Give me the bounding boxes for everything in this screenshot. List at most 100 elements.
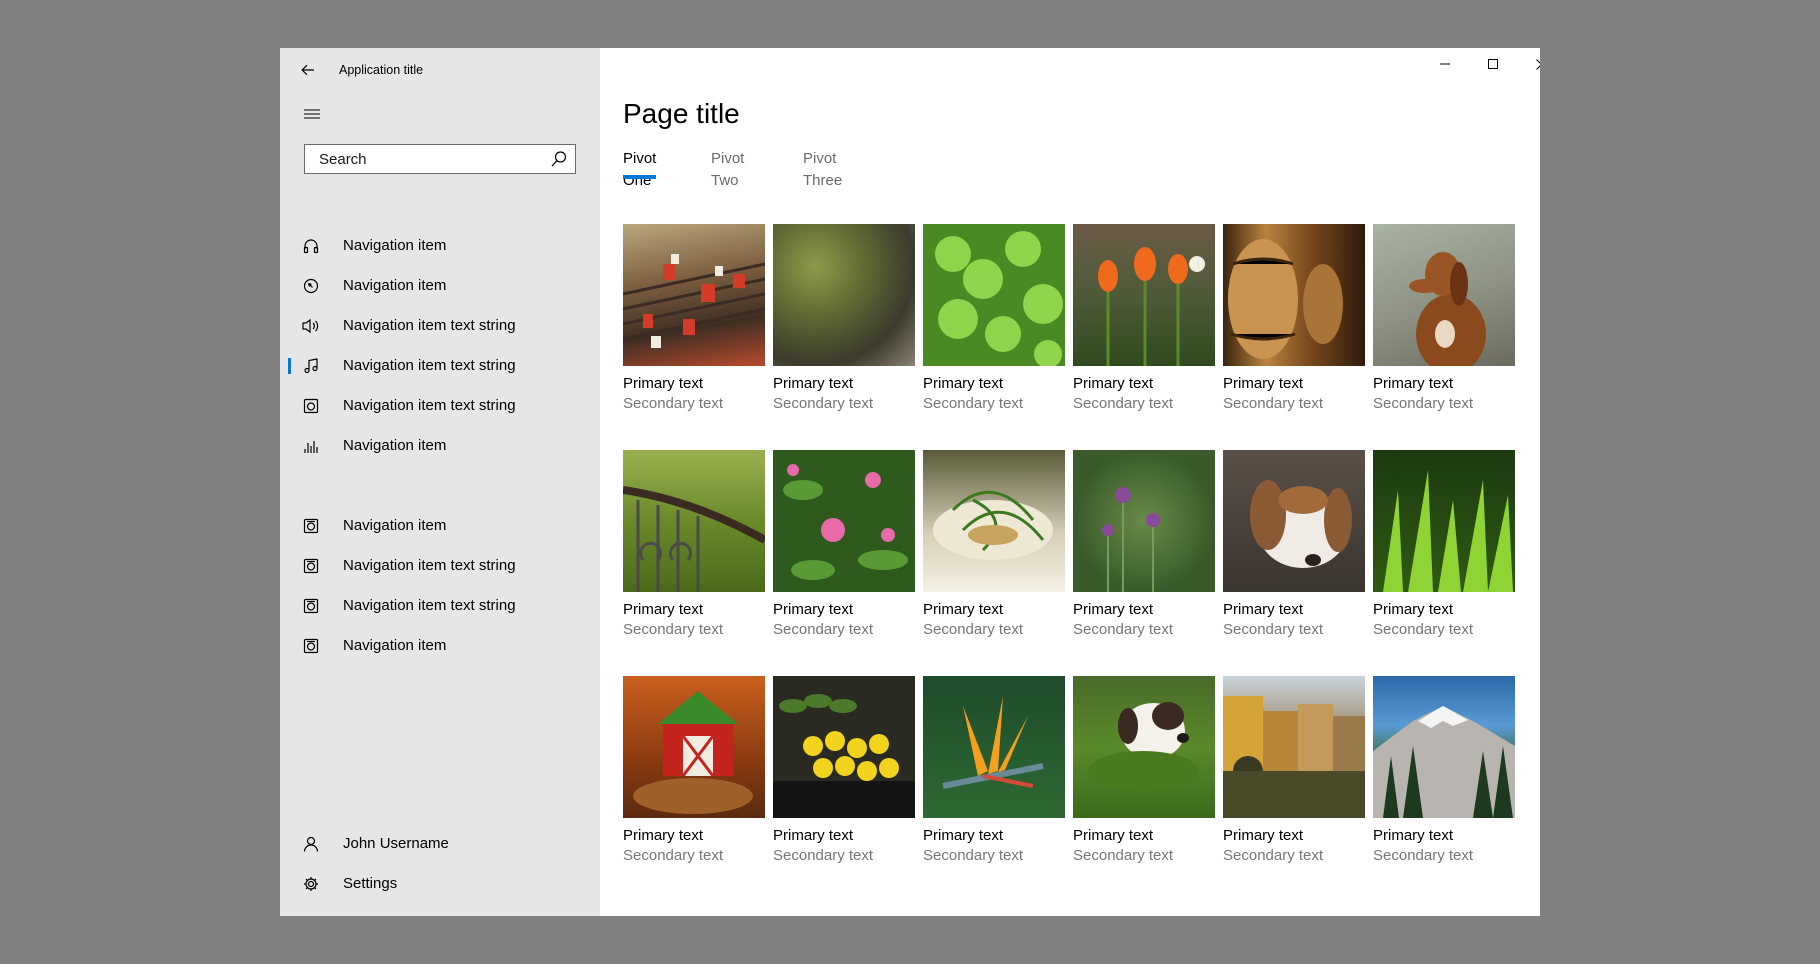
pivot-tab-three[interactable]: Pivot Three (803, 148, 842, 192)
device-icon (302, 397, 320, 415)
minimize-button[interactable] (1422, 48, 1468, 80)
secondary-text: Secondary text (923, 847, 1024, 864)
secondary-text: Secondary text (1373, 847, 1474, 864)
pivot-label: Pivot Three (803, 150, 843, 189)
primary-text: Primary text (623, 375, 704, 392)
nav-item-label: Navigation item text string (343, 317, 516, 334)
nav-item-label: Navigation item (343, 437, 447, 454)
gallery-item[interactable]: Primary text Secondary text (1373, 224, 1515, 414)
primary-text: Primary text (773, 601, 854, 618)
pivot-tab-one[interactable]: Pivot One (623, 148, 657, 192)
secondary-text: Secondary text (1073, 395, 1174, 412)
gallery-thumbnail (623, 224, 765, 366)
gallery-item[interactable]: Primary text Secondary text (923, 676, 1065, 866)
primary-text: Primary text (923, 375, 1004, 392)
user-account-item[interactable]: John Username (280, 824, 600, 864)
nav-item-9[interactable]: Navigation item text string (280, 586, 600, 626)
primary-text: Primary text (623, 601, 704, 618)
equalizer-icon (302, 437, 320, 455)
nav-list: Navigation item Navigation item Navigati… (280, 226, 600, 666)
nav-item-7[interactable]: Navigation item (280, 506, 600, 546)
nav-item-label: Navigation item (343, 637, 447, 654)
gallery-thumbnail (1073, 676, 1215, 818)
secondary-text: Secondary text (1223, 621, 1324, 638)
device-icon (302, 597, 320, 615)
dog-in-grass-image (1088, 702, 1198, 791)
close-button[interactable] (1518, 48, 1540, 80)
barn-image (633, 691, 753, 814)
gallery-item[interactable]: Primary text Secondary text (1223, 676, 1365, 866)
bird-of-paradise-image (942, 696, 1044, 789)
gallery-item[interactable]: Primary text Secondary text (1073, 676, 1215, 866)
back-button[interactable] (294, 56, 322, 84)
nav-item-label: Navigation item (343, 517, 447, 534)
gallery-item[interactable]: Primary text Secondary text (1373, 676, 1515, 866)
gallery-thumbnail (1073, 224, 1215, 366)
gallery-item[interactable]: Primary text Secondary text (1223, 224, 1365, 414)
gallery-thumbnail (773, 224, 915, 366)
nav-item-4-selected[interactable]: Navigation item text string (280, 346, 600, 386)
pivot-label: Pivot Two (711, 150, 745, 189)
gallery-item[interactable]: Primary text Secondary text (623, 676, 765, 866)
thistle-image (1102, 487, 1160, 592)
gallery-thumbnail (1223, 676, 1365, 818)
secondary-text: Secondary text (1073, 847, 1174, 864)
gallery-thumbnail (1373, 224, 1515, 366)
gallery-item[interactable]: Primary text Secondary text (773, 450, 915, 640)
gallery-thumbnail (1373, 450, 1515, 592)
device-icon (302, 637, 320, 655)
settings-item[interactable]: Settings (280, 864, 600, 904)
gallery-item[interactable]: Primary text Secondary text (1073, 450, 1215, 640)
secondary-text: Secondary text (1073, 621, 1174, 638)
gallery-item[interactable]: Primary text Secondary text (623, 224, 765, 414)
gallery-item[interactable]: Primary text Secondary text (923, 224, 1065, 414)
search-input[interactable] (305, 145, 557, 173)
gallery-item[interactable]: Primary text Secondary text (1373, 450, 1515, 640)
secondary-text: Secondary text (773, 847, 874, 864)
gallery-item[interactable]: Primary text Secondary text (773, 676, 915, 866)
gallery-item[interactable]: Primary text Secondary text (1223, 450, 1365, 640)
gallery-item[interactable]: Primary text Secondary text (1073, 224, 1215, 414)
nav-item-5[interactable]: Navigation item text string (280, 386, 600, 426)
device-icon (302, 517, 320, 535)
nav-item-8[interactable]: Navigation item text string (280, 546, 600, 586)
gallery-thumbnail (1373, 676, 1515, 818)
gallery-grid: Primary text Secondary text Primary text… (623, 224, 1523, 866)
maximize-button[interactable] (1470, 48, 1516, 80)
menu-button[interactable] (298, 100, 326, 128)
primary-text: Primary text (1073, 827, 1154, 844)
primary-text: Primary text (1373, 601, 1454, 618)
music-note-icon (302, 357, 320, 375)
rebar-image (623, 254, 765, 348)
nav-item-2[interactable]: Navigation item (280, 266, 600, 306)
primary-text: Primary text (773, 375, 854, 392)
minimize-icon (1440, 63, 1450, 65)
gallery-thumbnail (923, 224, 1065, 366)
nav-item-3[interactable]: Navigation item text string (280, 306, 600, 346)
pivot-tab-two[interactable]: Pivot Two (711, 148, 744, 192)
nav-item-label: Navigation item text string (343, 557, 516, 574)
nav-item-6[interactable]: Navigation item (280, 426, 600, 466)
food-plate-image (933, 490, 1053, 560)
town-buildings-image (1223, 696, 1365, 818)
primary-text: Primary text (923, 827, 1004, 844)
market-image (773, 694, 915, 818)
gallery-thumbnail (623, 450, 765, 592)
back-arrow-icon (301, 64, 314, 76)
pivot-selection-underline (623, 175, 657, 179)
primary-text: Primary text (1223, 375, 1304, 392)
secondary-text: Secondary text (1223, 395, 1324, 412)
app-window: Application title Navigation item (280, 48, 1540, 916)
search-icon[interactable] (550, 150, 568, 168)
gallery-thumbnail (1073, 450, 1215, 592)
gallery-item[interactable]: Primary text Secondary text (773, 224, 915, 414)
secondary-text: Secondary text (623, 395, 724, 412)
gallery-item[interactable]: Primary text Secondary text (923, 450, 1065, 640)
gallery-item[interactable]: Primary text Secondary text (623, 450, 765, 640)
gallery-thumbnail (773, 676, 915, 818)
nav-item-label: Navigation item (343, 237, 447, 254)
dachshund-image (1409, 252, 1486, 366)
nav-item-10[interactable]: Navigation item (280, 626, 600, 666)
nav-item-1[interactable]: Navigation item (280, 226, 600, 266)
primary-text: Primary text (773, 827, 854, 844)
